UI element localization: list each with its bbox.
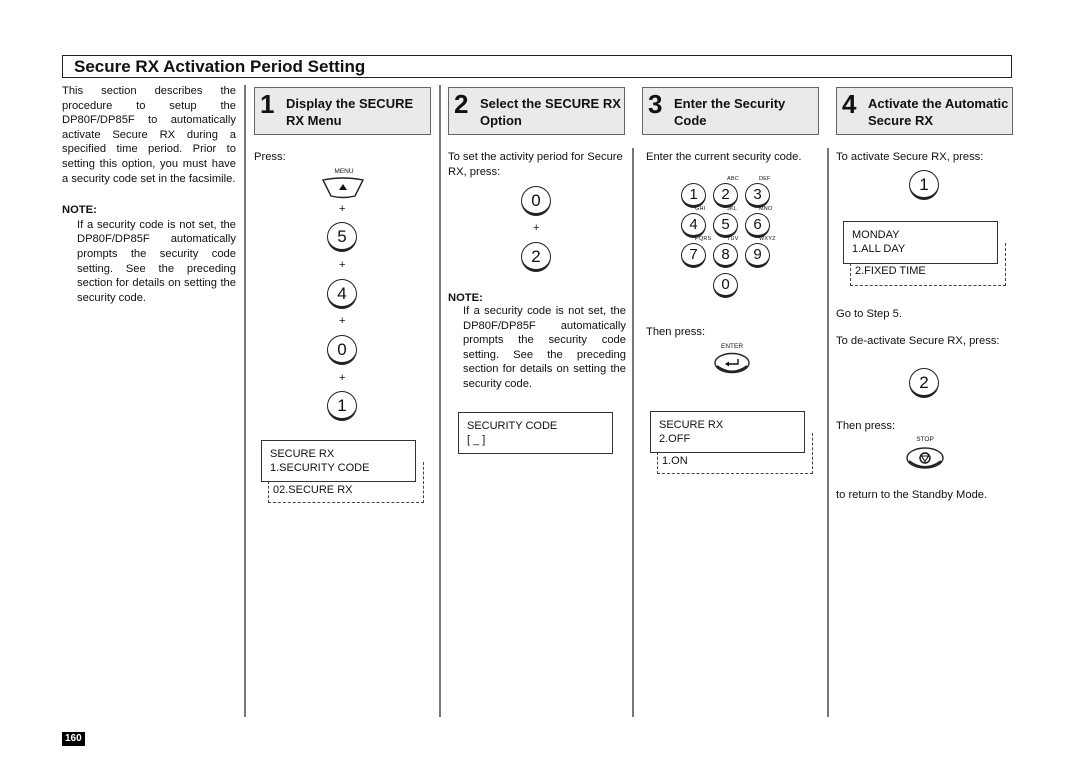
keypad-key-2[interactable]: 2	[713, 183, 738, 208]
keypad-key-9[interactable]: 9	[745, 243, 770, 268]
return-standby-text: to return to the Standby Mode.	[836, 489, 988, 501]
deactivate-instruction: To de-activate Secure RX, press:	[836, 335, 1000, 347]
plus-sign: +	[339, 203, 346, 215]
step-number: 1	[260, 89, 275, 119]
key-2-button[interactable]: 2	[909, 368, 939, 398]
note-heading: NOTE:	[448, 292, 483, 304]
keypad-key-3[interactable]: 3	[745, 183, 770, 208]
key-4-button[interactable]: 4	[327, 279, 357, 309]
lcd-next-text: 02.SECURE RX	[273, 484, 353, 496]
column-divider	[827, 148, 829, 717]
keypad-key-4[interactable]: 4	[681, 213, 706, 238]
lcd-display: SECURITY CODE [ _ ]	[458, 412, 613, 454]
step-4-header: 4 Activate the Automatic Secure RX	[836, 87, 1013, 135]
plus-sign: +	[339, 315, 346, 327]
column-divider	[244, 85, 246, 717]
keypad-letters-8: TUV	[727, 236, 739, 242]
key-0-button[interactable]: 0	[521, 186, 551, 216]
step-title: Select the SECURE RX Option	[480, 96, 621, 128]
keypad-letters-7: PQRS	[695, 236, 712, 242]
menu-key-icon[interactable]	[321, 177, 365, 199]
lcd-display: SECURE RX 2.OFF	[650, 411, 805, 453]
lcd-line-1: MONDAY	[852, 229, 900, 241]
enter-key-icon[interactable]	[713, 352, 751, 376]
keypad-letters-3: DEF	[759, 176, 771, 182]
intro-note-text: If a security code is not set, the DP80F…	[77, 218, 236, 304]
keypad-key-1[interactable]: 1	[681, 183, 706, 208]
enter-key-label: ENTER	[720, 343, 744, 350]
lcd-line-1: SECURE RX	[659, 419, 724, 431]
plus-sign: +	[339, 372, 346, 384]
step-title: Display the SECURE RX Menu	[286, 96, 414, 128]
page-number: 160	[62, 732, 85, 746]
stop-key-label: STOP	[916, 436, 934, 443]
menu-key-label: MENU	[334, 168, 354, 175]
step-2-instruction: To set the activity period for Secure RX…	[448, 151, 623, 178]
keypad-key-5[interactable]: 5	[713, 213, 738, 238]
lcd-display: SECURE RX 1.SECURITY CODE	[261, 440, 416, 482]
column-divider	[439, 85, 441, 717]
step-title: Activate the Automatic Secure RX	[868, 96, 1009, 128]
keypad-letters-2: ABC	[727, 176, 739, 182]
note-text: If a security code is not set, the DP80F…	[463, 305, 626, 390]
activate-instruction: To activate Secure RX, press:	[836, 151, 984, 163]
column-divider	[632, 148, 634, 717]
lcd-line-2: 1.ALL DAY	[852, 243, 906, 255]
step-1-header: 1 Display the SECURE RX Menu	[254, 87, 431, 135]
intro-section: This section describes the procedure to …	[62, 84, 236, 305]
lcd-display: MONDAY 1.ALL DAY	[843, 221, 998, 264]
goto-step-text: Go to Step 5.	[836, 308, 902, 320]
step-3-header: 3 Enter the Security Code	[642, 87, 819, 135]
step-number: 2	[454, 89, 469, 119]
then-press-label: Then press:	[836, 420, 896, 432]
lcd-next-text: 1.ON	[662, 455, 688, 467]
press-label: Press:	[254, 151, 286, 163]
keypad-key-8[interactable]: 8	[713, 243, 738, 268]
step-number: 3	[648, 89, 663, 119]
key-1-button[interactable]: 1	[327, 391, 357, 421]
lcd-line-1: SECURE RX	[270, 448, 335, 460]
step-title: Enter the Security Code	[674, 96, 786, 128]
keypad-letters-6: MNO	[759, 206, 773, 212]
lcd-line-1: SECURITY CODE	[467, 420, 558, 432]
key-0-button[interactable]: 0	[327, 335, 357, 365]
intro-note-heading: NOTE:	[62, 204, 97, 217]
keypad-letters-5: JKL	[727, 206, 738, 212]
then-press-label: Then press:	[646, 326, 706, 338]
keypad-key-6[interactable]: 6	[745, 213, 770, 238]
key-2-button[interactable]: 2	[521, 242, 551, 272]
step-3-instruction: Enter the current security code.	[646, 151, 802, 163]
step-2-note: NOTE: If a security code is not set, the…	[448, 292, 626, 392]
plus-sign: +	[339, 259, 346, 271]
lcd-next-text: 2.FIXED TIME	[855, 265, 926, 277]
keypad-key-0[interactable]: 0	[713, 273, 738, 298]
step-2-header: 2 Select the SECURE RX Option	[448, 87, 625, 135]
key-5-button[interactable]: 5	[327, 222, 357, 252]
lcd-line-2: 2.OFF	[659, 433, 691, 445]
keypad-letters-9: WXYZ	[759, 236, 776, 242]
page-title: Secure RX Activation Period Setting	[74, 57, 366, 76]
keypad-letters-4: GHI	[695, 206, 706, 212]
plus-sign: +	[533, 222, 540, 234]
lcd-line-2: 1.SECURITY CODE	[270, 462, 370, 474]
key-1-button[interactable]: 1	[909, 170, 939, 200]
intro-text: This section describes the procedure to …	[62, 85, 236, 185]
lcd-line-2: [ _ ]	[467, 434, 486, 446]
keypad-key-7[interactable]: 7	[681, 243, 706, 268]
stop-key-icon[interactable]	[905, 446, 945, 472]
step-number: 4	[842, 89, 857, 119]
